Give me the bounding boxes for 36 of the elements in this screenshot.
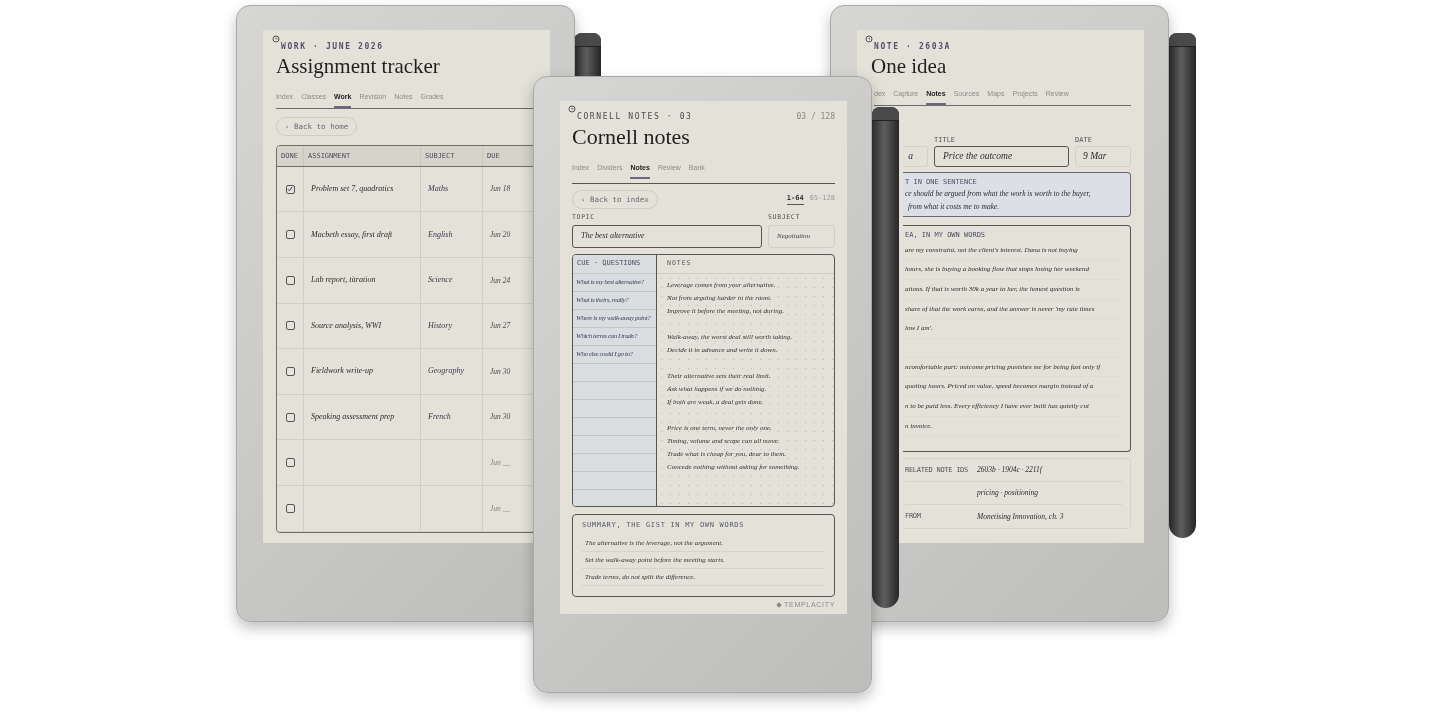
circle-icon <box>272 35 280 43</box>
table-cell: English <box>428 228 453 241</box>
eyebrow-label: WORK · JUNE 2026 <box>281 41 384 53</box>
checkbox[interactable] <box>285 230 295 240</box>
table-cell: Macbeth essay, first draft <box>311 228 393 241</box>
eyebrow-label: CORNELL NOTES · 03 <box>577 111 693 123</box>
check-icon <box>287 186 293 193</box>
table-cell: Fieldwork write-up <box>311 365 373 378</box>
text-field[interactable]: 9 Mar <box>1075 145 1131 167</box>
table-cell: Problem set 7, quadratics <box>311 183 394 196</box>
checkbox[interactable] <box>285 321 295 331</box>
table-cell: Geography <box>428 365 464 378</box>
table-cell: Maths <box>428 183 448 196</box>
checkbox[interactable] <box>285 458 295 468</box>
page-counter: 03 / 128 <box>796 111 835 123</box>
text-field[interactable]: Price the outcome <box>934 145 1069 167</box>
checkbox[interactable] <box>285 412 295 422</box>
topic-field[interactable]: The best alternative <box>572 224 762 248</box>
checkbox[interactable] <box>285 503 295 513</box>
table-cell: History <box>428 319 452 332</box>
table-cell: Science <box>428 274 453 287</box>
checkbox[interactable] <box>285 366 295 376</box>
text-field[interactable]: a <box>903 145 928 167</box>
page-title: Assignment tracker <box>276 53 441 79</box>
page-title: Cornell notes <box>572 123 691 151</box>
table-cell: French <box>428 411 451 423</box>
logo-icon <box>776 601 783 608</box>
table-cell: Lab report, titration <box>311 274 376 287</box>
eyebrow-label: NOTE · 2603A <box>874 41 951 53</box>
table-cell: Source analysis, WWI <box>311 319 382 332</box>
circle-icon <box>865 35 873 43</box>
checkbox[interactable] <box>285 275 295 285</box>
circle-icon <box>568 105 576 113</box>
page-title: One idea <box>870 53 948 79</box>
table-cell: Speaking assessment prep <box>311 411 395 423</box>
checkbox[interactable] <box>285 184 295 194</box>
